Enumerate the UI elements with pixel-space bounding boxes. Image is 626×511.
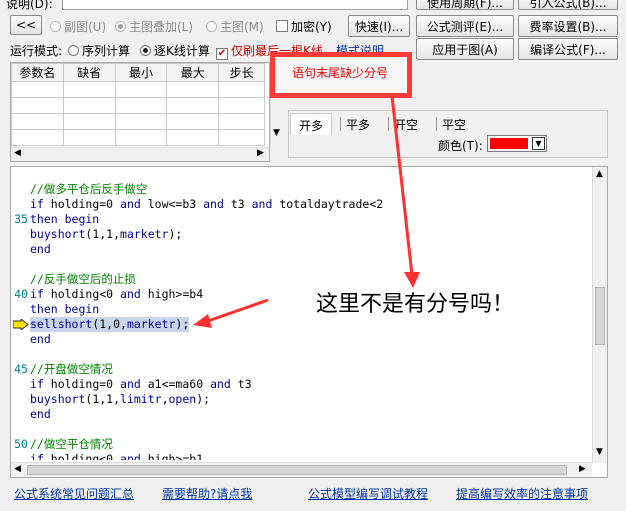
- arrow-text-to-code: [204, 298, 269, 324]
- annotation-text: 这里不是有分号吗！: [316, 292, 515, 317]
- link-help[interactable]: 需要帮助?请点我: [162, 485, 252, 502]
- link-tips[interactable]: 提高编写效率的注意事项: [456, 485, 588, 502]
- arrow-error-to-text: [390, 95, 414, 276]
- link-faq[interactable]: 公式系统常见问题汇总: [14, 485, 134, 502]
- arrowhead-icon: [193, 314, 212, 328]
- link-tutorial[interactable]: 公式模型编写调试教程: [308, 485, 428, 502]
- annotation-arrows: [193, 95, 420, 328]
